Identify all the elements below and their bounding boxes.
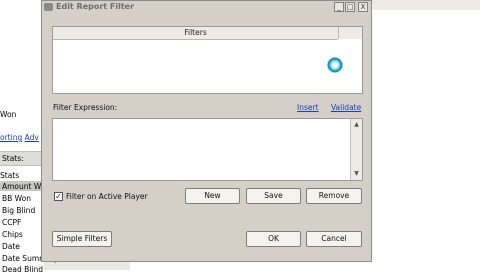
- background-right-toolbar: [372, 0, 480, 10]
- ok-button[interactable]: OK: [246, 231, 301, 247]
- background-list-item[interactable]: Chips: [2, 230, 23, 239]
- loading-spinner-icon: [327, 57, 343, 73]
- active-player-label: Filter on Active Player: [66, 192, 148, 201]
- filters-column-header[interactable]: Filters: [53, 27, 338, 40]
- edit-report-filter-dialog: Edit Report Filter _ □ X Filters Filter …: [41, 0, 372, 262]
- background-list-item[interactable]: BB Won: [2, 194, 31, 203]
- maximize-button[interactable]: □: [345, 2, 355, 12]
- insert-link[interactable]: Insert: [297, 103, 319, 113]
- background-list-item[interactable]: Date: [2, 242, 20, 251]
- minimize-button[interactable]: _: [334, 2, 344, 12]
- background-link-orting[interactable]: orting: [0, 133, 22, 142]
- background-list-header: Stats: [0, 171, 20, 180]
- active-player-checkbox[interactable]: ✓: [54, 192, 63, 201]
- title-bar[interactable]: Edit Report Filter _ □ X: [42, 1, 371, 13]
- window-icon: [44, 3, 53, 11]
- filters-list[interactable]: Filters: [52, 26, 363, 94]
- background-item-won: Won: [0, 110, 17, 119]
- expression-scrollbar[interactable]: ▲ ▼: [350, 119, 362, 180]
- new-button[interactable]: New: [185, 188, 240, 204]
- background-list-item[interactable]: CCPF: [2, 218, 21, 227]
- background-link-adv[interactable]: Adv: [25, 133, 39, 142]
- scroll-up-arrow-icon[interactable]: ▲: [351, 120, 362, 130]
- scroll-down-arrow-icon[interactable]: ▼: [351, 169, 362, 179]
- background-links: orting Adv: [0, 133, 39, 142]
- background-stats-header: Stats:: [2, 154, 24, 163]
- background-right-area: [372, 0, 480, 270]
- cancel-button[interactable]: Cancel: [306, 231, 362, 247]
- filter-expression-textarea[interactable]: ▲ ▼: [52, 118, 363, 181]
- filter-expression-label: Filter Expression:: [53, 103, 118, 112]
- background-list-item[interactable]: Amount W: [2, 182, 41, 191]
- dialog-title: Edit Report Filter: [56, 2, 135, 11]
- filters-header-corner: [338, 27, 362, 39]
- close-button[interactable]: X: [358, 2, 368, 12]
- save-button[interactable]: Save: [246, 188, 301, 204]
- remove-button[interactable]: Remove: [306, 188, 362, 204]
- background-list-item[interactable]: Big Blind: [2, 206, 35, 215]
- simple-filters-button[interactable]: Simple Filters: [52, 231, 112, 247]
- validate-link[interactable]: Validate: [331, 103, 361, 113]
